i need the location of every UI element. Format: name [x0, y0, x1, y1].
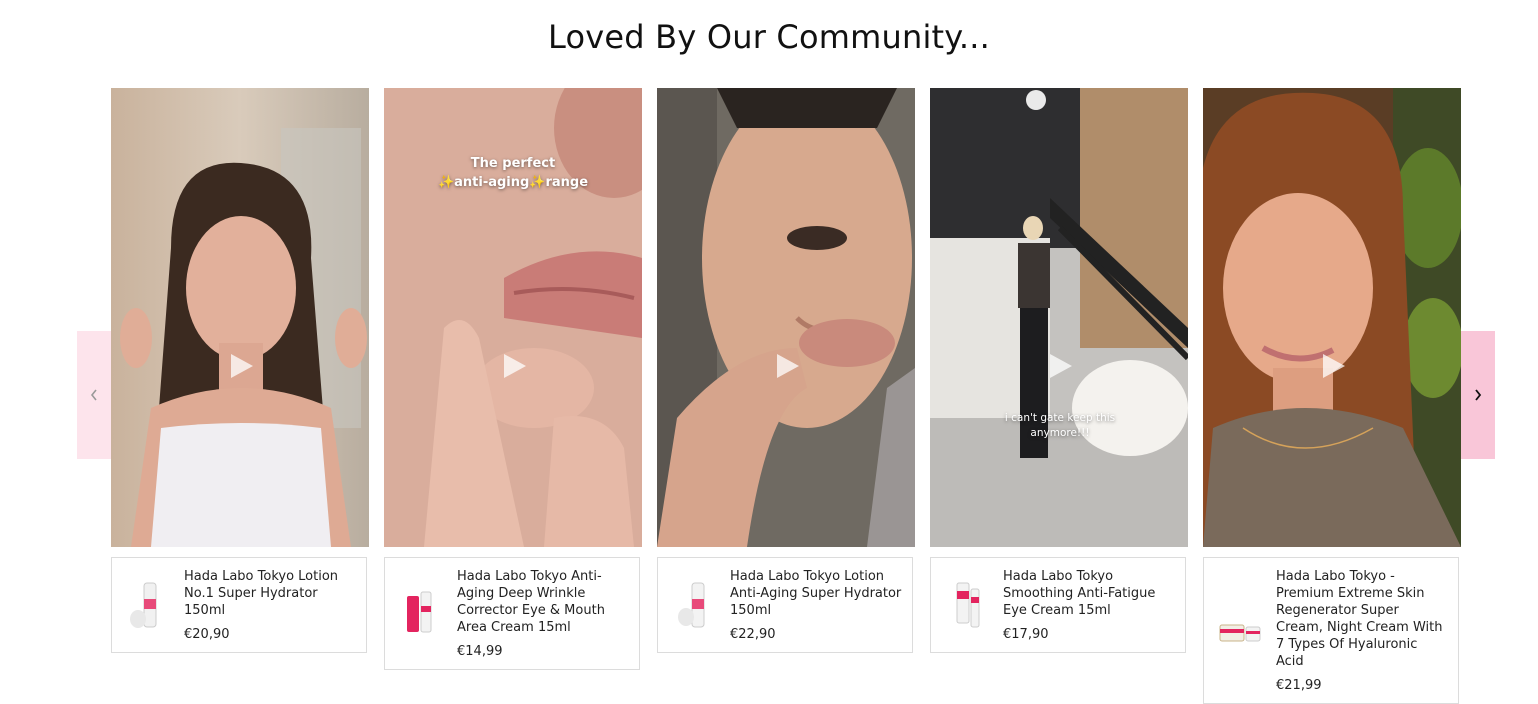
product-card[interactable]: Hada Labo Tokyo Smoothing Anti-Fatigue E…: [930, 557, 1186, 653]
product-thumbnail: [397, 586, 445, 642]
play-icon: [777, 354, 799, 378]
product-name: Hada Labo Tokyo - Premium Extreme Skin R…: [1276, 569, 1443, 669]
product-card[interactable]: Hada Labo Tokyo Lotion Anti-Aging Super …: [657, 557, 913, 653]
video-caption-line: ✨anti-aging✨range: [437, 175, 589, 190]
product-price: €22,90: [730, 627, 776, 642]
product-name: Hada Labo Tokyo Lotion No.1 Super Hydrat…: [184, 569, 339, 618]
video-caption-line: i can't gate keep this: [1004, 412, 1116, 424]
product-thumbnail: [670, 577, 718, 633]
product-thumbnail: [124, 577, 172, 633]
product-card[interactable]: Hada Labo Tokyo Lotion No.1 Super Hydrat…: [111, 557, 367, 653]
product-thumbnail: [943, 577, 991, 633]
video-frame-image: [657, 88, 915, 547]
play-icon: [504, 354, 526, 378]
video-thumbnail[interactable]: [657, 88, 915, 547]
ugc-card: Hada Labo Tokyo - Premium Extreme Skin R…: [1203, 88, 1461, 704]
video-frame-image: [930, 88, 1188, 547]
product-name: Hada Labo Tokyo Lotion Anti-Aging Super …: [730, 569, 902, 618]
video-caption-line: anymore!!!: [1030, 427, 1090, 439]
product-thumbnail: [1216, 603, 1264, 659]
video-frame-image: [1203, 88, 1461, 547]
chevron-left-icon: [90, 389, 97, 401]
product-name: Hada Labo Tokyo Anti-Aging Deep Wrinkle …: [457, 569, 605, 635]
product-name: Hada Labo Tokyo Smoothing Anti-Fatigue E…: [1003, 569, 1156, 618]
product-card[interactable]: Hada Labo Tokyo Anti-Aging Deep Wrinkle …: [384, 557, 640, 670]
video-frame-image: [111, 88, 369, 547]
video-thumbnail[interactable]: i can't gate keep this anymore!!!: [930, 88, 1188, 547]
video-thumbnail[interactable]: [111, 88, 369, 547]
carousel-prev-button[interactable]: [77, 331, 111, 459]
section-title: Loved By Our Community...: [548, 18, 990, 56]
play-icon: [1323, 354, 1345, 378]
video-thumbnail[interactable]: The perfect ✨anti-aging✨range: [384, 88, 642, 547]
video-thumbnail[interactable]: [1203, 88, 1461, 547]
product-price: €17,90: [1003, 627, 1049, 642]
ugc-card: Hada Labo Tokyo Lotion No.1 Super Hydrat…: [111, 88, 369, 653]
ugc-card: Hada Labo Tokyo Lotion Anti-Aging Super …: [657, 88, 915, 653]
product-price: €20,90: [184, 627, 230, 642]
ugc-card: i can't gate keep this anymore!!! Hada L…: [930, 88, 1188, 653]
product-price: €21,99: [1276, 678, 1322, 693]
play-icon: [231, 354, 253, 378]
ugc-card: The perfect ✨anti-aging✨range Hada Labo …: [384, 88, 642, 670]
product-price: €14,99: [457, 644, 503, 659]
video-caption-line: The perfect: [470, 156, 556, 171]
carousel-next-button[interactable]: [1461, 331, 1495, 459]
play-icon: [1050, 354, 1072, 378]
product-card[interactable]: Hada Labo Tokyo - Premium Extreme Skin R…: [1203, 557, 1459, 704]
chevron-right-icon: [1475, 389, 1482, 401]
